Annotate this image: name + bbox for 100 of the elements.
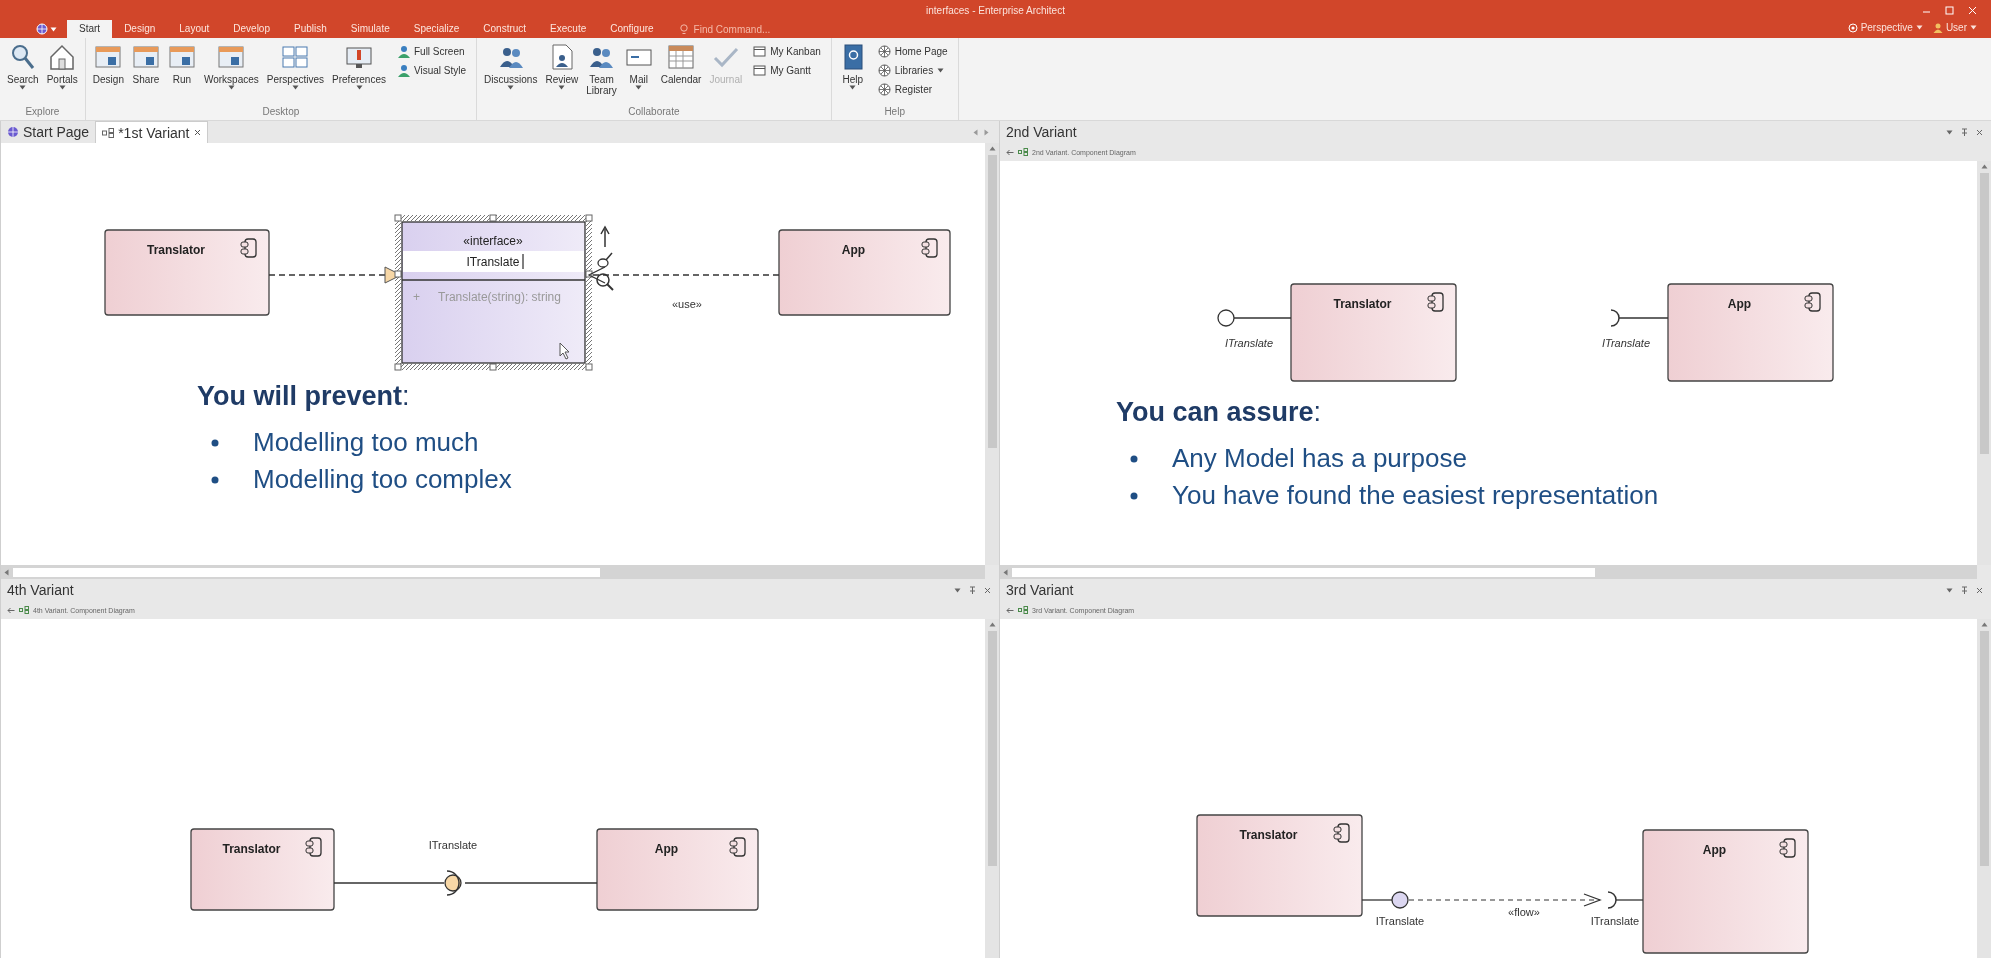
bullet-icon [211,438,219,447]
scroll-right-icon [984,128,989,136]
bullet-text: Any Model has a purpose [1172,443,1467,474]
note-heading: You will prevent: [197,381,411,412]
window-icon [94,43,123,71]
person-icon [396,64,410,77]
ribbon-button[interactable]: Run [164,41,199,87]
ribbon-tab[interactable]: Layout [167,20,222,38]
scrollbar[interactable] [985,619,999,958]
ribbon-button[interactable]: Help [835,41,870,92]
app-menu-button[interactable] [36,23,57,35]
search-icon[interactable] [596,273,614,291]
close-icon [1968,5,1977,15]
window-icon [167,43,196,71]
caret-icon [227,85,235,90]
bullet-icon [1130,454,1138,463]
scroll-left-icon [973,128,978,136]
globe-icon [877,83,891,96]
close-icon [193,129,201,136]
interface-label: ITranslate [1224,337,1274,349]
ribbon-button[interactable]: Discussions [481,41,541,92]
ribbon-button[interactable]: My Kanban [751,43,823,60]
component-name: Translator [1239,828,1298,842]
required-interface-symbol [1610,309,1669,327]
scrollbar[interactable] [1,565,985,579]
interface-label: ITranslate [1590,915,1640,927]
ribbon-tab[interactable]: Simulate [338,20,402,38]
component-icon [1804,292,1821,312]
panel-title: 3rd Variant [1006,582,1075,598]
scrollbar[interactable] [1000,565,1977,579]
caret-icon [1946,129,1953,135]
person-icon [1932,22,1943,33]
globe-icon [7,126,19,138]
ribbon-button[interactable]: Perspectives [263,41,328,92]
document-tab[interactable]: *1st Variant [95,121,208,143]
ribbon-button[interactable]: Portals [43,41,81,92]
component-name: Translator [1333,297,1392,311]
ribbon-button[interactable]: Workspaces [200,41,262,92]
find-command-field[interactable]: Find Command... [693,23,784,35]
caret-icon [937,68,945,73]
window-icon [217,43,246,71]
provided-interface-symbol [1361,891,1409,909]
caret-icon [507,85,515,90]
ribbon-button[interactable]: Visual Style [394,62,469,79]
ribbon-button[interactable]: Design [89,41,127,87]
caret-icon [50,26,57,32]
ribbon-button[interactable]: Calendar [657,41,705,87]
note-heading: You can assure: [1116,397,1323,428]
visibility-marker: + [413,290,420,304]
brush-icon[interactable] [597,252,613,268]
caret-icon [954,587,961,593]
board-icon [753,64,767,77]
bullet-text: Modelling too much [253,427,479,458]
window-icon [131,43,160,71]
close-icon [984,586,991,594]
document-tab[interactable]: Start Page [1,121,96,143]
close-icon [1976,128,1983,136]
ribbon-tab[interactable]: Design [112,20,168,38]
ribbon-tab[interactable]: Specialize [401,20,472,38]
pin-icon [969,585,976,595]
bullet-icon [1130,491,1138,500]
scrollbar[interactable] [1977,161,1991,565]
ribbon-tab[interactable]: Construct [471,20,539,38]
component-icon [921,238,938,258]
group-label: Help [883,105,906,117]
interface-label: ITranslate [428,839,478,851]
title-action[interactable]: Perspective [1847,22,1923,33]
ribbon-button[interactable]: Full Screen [394,43,469,60]
ribbon-button[interactable]: Review [542,41,582,92]
caret-icon [849,85,857,90]
ribbon-button[interactable]: Preferences [329,41,389,92]
ribbon-button[interactable]: Mail [621,41,656,92]
ribbon-button[interactable]: Search [4,41,42,92]
ribbon-button[interactable]: Home Page [875,43,950,60]
component-icon [240,238,257,258]
ribbon-button[interactable]: Libraries [875,62,950,79]
group-label: Desktop [261,105,301,117]
ribbon-button[interactable]: Team Library [583,41,620,98]
scrollbar[interactable] [1977,619,1991,958]
arrow-up-icon[interactable] [600,225,610,248]
scroll-up-icon [1980,622,1988,627]
bullet-text: Modelling too complex [253,464,512,495]
board-icon [753,45,767,58]
stereotype-label: «interface» [463,234,523,248]
ribbon-tab[interactable]: Configure [598,20,666,38]
ribbon-tab[interactable]: Execute [538,20,599,38]
ribbon-button[interactable]: My Gantt [751,62,823,79]
ribbon-button[interactable]: Register [875,81,950,98]
component-icon [1333,823,1350,843]
ribbon-button[interactable]: Share [128,41,163,87]
globe-icon [877,64,891,77]
ribbon-tab[interactable]: Start [67,20,113,38]
title-action[interactable]: User [1932,22,1977,33]
name-field[interactable]: ITranslate [403,251,584,272]
ribbon-tab[interactable]: Develop [221,20,282,38]
caret-icon [1915,25,1923,30]
scrollbar[interactable] [985,143,999,565]
ribbon-tab[interactable]: Publish [282,20,339,38]
component-name: App [654,842,679,856]
scroll-left-icon [1003,568,1008,576]
